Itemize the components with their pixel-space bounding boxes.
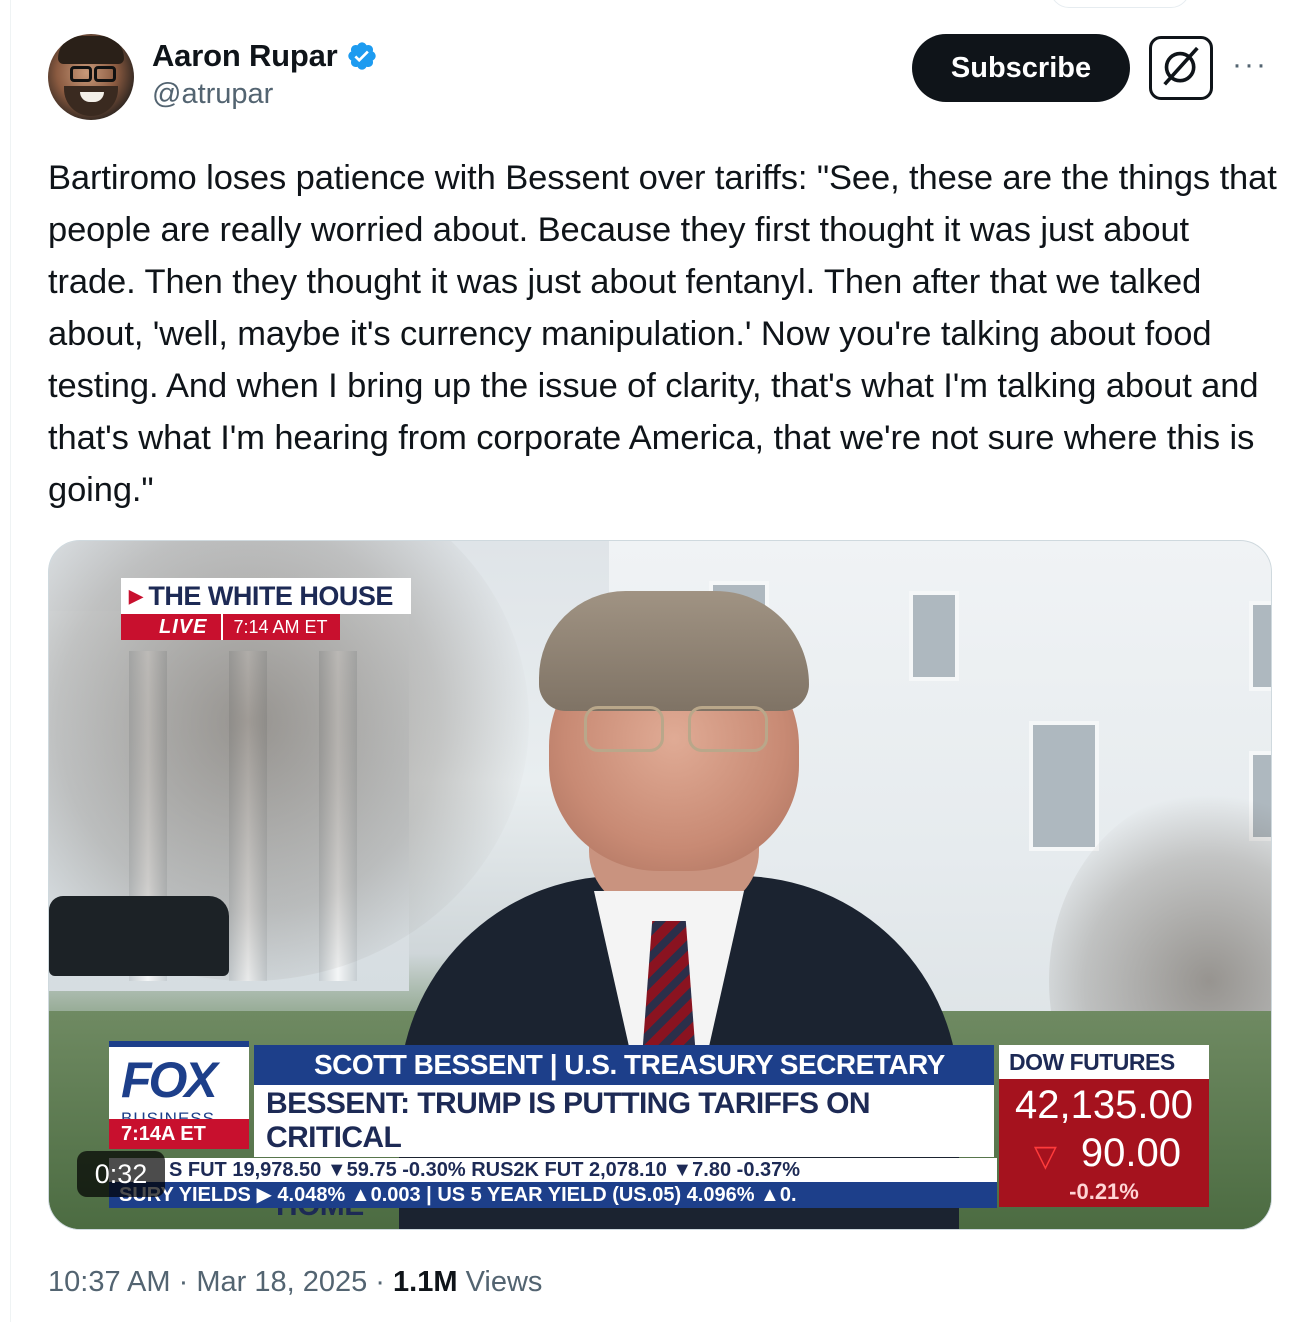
tweet-meta: 10:37 AM · Mar 18, 2025 · 1.1M Views bbox=[48, 1266, 542, 1299]
more-options-icon[interactable]: ··· bbox=[1232, 48, 1268, 82]
location-label: THE WHITE HOUSE bbox=[148, 581, 393, 611]
guest-name-bar: SCOTT BESSENT | U.S. TREASURY SECRETARY bbox=[254, 1045, 994, 1085]
meta-separator: · bbox=[178, 1266, 189, 1298]
location-chyron: ▶ THE WHITE HOUSE LIVE 7:14 AM ET bbox=[121, 578, 411, 640]
headline-chyron: BESSENT: TRUMP IS PUTTING TARIFFS ON CRI… bbox=[254, 1085, 994, 1222]
dow-percent: -0.21% bbox=[1069, 1179, 1139, 1204]
video-player[interactable]: ▶THE WHITE HOUSE LIVE 7:14 AM ET FOX BUS… bbox=[48, 540, 1272, 1230]
grok-icon bbox=[1163, 46, 1199, 86]
video-frame-car bbox=[49, 896, 229, 976]
post-time[interactable]: 10:37 AM bbox=[48, 1266, 171, 1298]
timeline-border bbox=[10, 0, 11, 1322]
views-label: Views bbox=[465, 1266, 543, 1298]
play-triangle-icon: ▶ bbox=[129, 586, 143, 606]
author-handle[interactable]: @atrupar bbox=[152, 78, 273, 111]
dow-label: DOW FUTURES bbox=[999, 1045, 1209, 1079]
views-count[interactable]: 1.1M bbox=[393, 1266, 457, 1298]
live-time: 7:14 AM ET bbox=[221, 614, 340, 640]
down-arrow-icon: ▽ bbox=[1033, 1140, 1057, 1173]
dow-value: 42,135.00 bbox=[1015, 1083, 1193, 1127]
market-ticker-top: S FUT 19,978.50 ▼59.75 -0.30% RUS2K FUT … bbox=[109, 1158, 997, 1182]
market-ticker-bottom: SURY YIELDS ▶ 4.048% ▲0.003 | US 5 YEAR … bbox=[109, 1182, 997, 1208]
avatar[interactable] bbox=[48, 34, 134, 120]
dow-change: ▽ 90.00 bbox=[1033, 1131, 1181, 1175]
tweet-header: Aaron Rupar @atrupar Subscribe ··· bbox=[48, 34, 1278, 124]
grok-button[interactable] bbox=[1149, 36, 1213, 100]
post-date[interactable]: Mar 18, 2025 bbox=[196, 1266, 367, 1298]
verified-badge-icon[interactable] bbox=[346, 40, 378, 72]
dow-futures-box: DOW FUTURES 42,135.00 ▽ 90.00 -0.21% bbox=[999, 1045, 1209, 1207]
video-elapsed-time: 0:32 bbox=[77, 1151, 165, 1197]
live-badge: LIVE bbox=[121, 614, 222, 640]
meta-separator: · bbox=[375, 1266, 385, 1298]
network-time: 7:14A ET bbox=[109, 1119, 249, 1149]
subscribe-button[interactable]: Subscribe bbox=[912, 34, 1130, 102]
author-name[interactable]: Aaron Rupar bbox=[152, 38, 338, 74]
name-row: Aaron Rupar bbox=[152, 38, 378, 74]
previous-element-edge bbox=[1050, 0, 1190, 8]
tweet-text: Bartiromo loses patience with Bessent ov… bbox=[48, 159, 1277, 509]
